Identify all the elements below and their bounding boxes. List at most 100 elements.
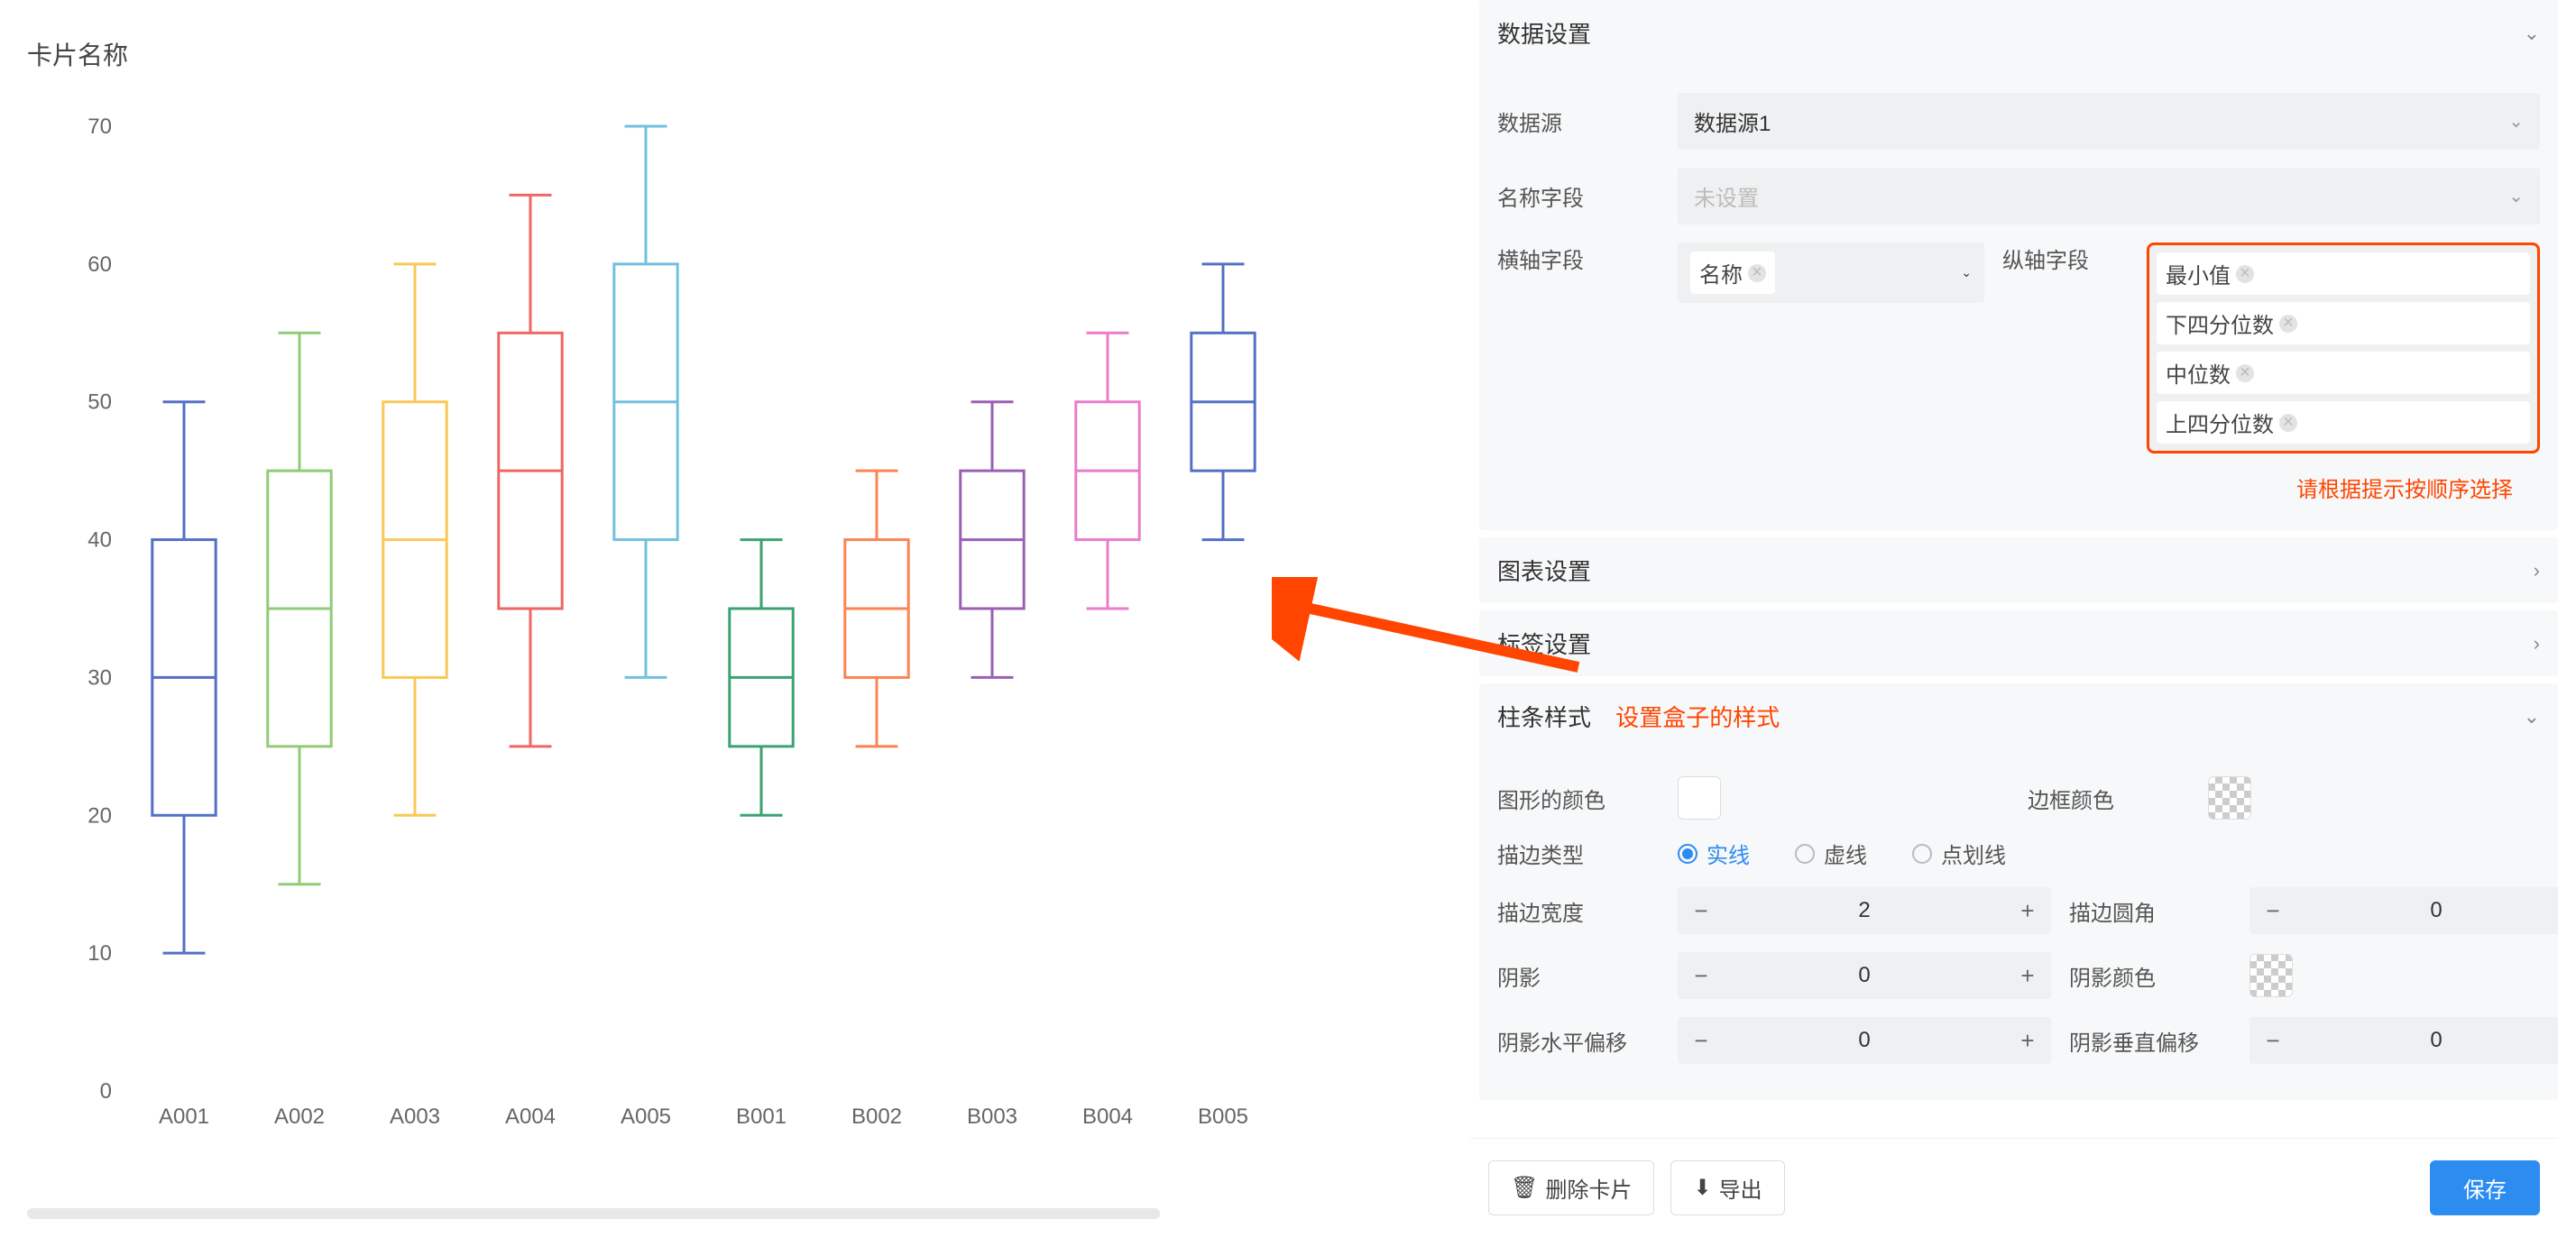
namefield-label: 名称字段 bbox=[1497, 180, 1660, 212]
decrement-button[interactable]: − bbox=[2249, 887, 2296, 934]
decrement-button[interactable]: − bbox=[2249, 1017, 2296, 1064]
panel-chart-settings: 图表设置 › bbox=[1479, 537, 2558, 603]
increment-button[interactable]: + bbox=[2004, 952, 2051, 999]
increment-button[interactable]: + bbox=[2004, 887, 2051, 934]
chevron-down-icon: ⌄ bbox=[2508, 110, 2524, 133]
svg-text:A002: A002 bbox=[274, 1104, 325, 1129]
xaxis-tag: 名称 × bbox=[1690, 252, 1775, 294]
stroke-type-radio-group: 实线 虚线 点划线 bbox=[1678, 838, 2006, 869]
panel-chart-settings-header[interactable]: 图表设置 › bbox=[1479, 537, 2558, 603]
export-button[interactable]: ⬇ 导出 bbox=[1670, 1160, 1784, 1215]
stroke-type-label: 描边类型 bbox=[1497, 838, 1660, 869]
save-button[interactable]: 保存 bbox=[2430, 1160, 2540, 1215]
stroke-radius-input[interactable] bbox=[2296, 898, 2558, 923]
stroke-width-stepper[interactable]: − + bbox=[1678, 887, 2051, 934]
svg-text:B002: B002 bbox=[851, 1104, 902, 1129]
panel-data-title: 数据设置 bbox=[1497, 16, 1591, 50]
trash-icon: 🗑 bbox=[1511, 1175, 1538, 1201]
fill-color-swatch[interactable] bbox=[1678, 776, 1721, 820]
svg-text:40: 40 bbox=[87, 528, 112, 553]
decrement-button[interactable]: − bbox=[1678, 952, 1725, 999]
svg-text:A001: A001 bbox=[159, 1104, 209, 1129]
shadow-offy-input[interactable] bbox=[2296, 1028, 2558, 1053]
yaxis-tag: 中位数× bbox=[2157, 352, 2530, 394]
shadow-label: 阴影 bbox=[1497, 960, 1660, 992]
xaxis-label: 横轴字段 bbox=[1497, 243, 1660, 274]
fill-color-label: 图形的颜色 bbox=[1497, 783, 1660, 814]
panel-data-settings-header[interactable]: 数据设置 ⌄ bbox=[1479, 0, 2558, 66]
shadow-input[interactable] bbox=[1725, 963, 2004, 988]
increment-button[interactable]: + bbox=[2004, 1017, 2051, 1064]
panel-label-title: 标签设置 bbox=[1497, 627, 1591, 660]
svg-text:10: 10 bbox=[87, 941, 112, 966]
chevron-right-icon: › bbox=[2534, 632, 2540, 655]
yaxis-tag: 下四分位数× bbox=[2157, 302, 2530, 344]
panel-label-settings: 标签设置 › bbox=[1479, 610, 2558, 676]
svg-text:A003: A003 bbox=[390, 1104, 440, 1129]
panel-bar-note: 设置盒子的样式 bbox=[1615, 704, 1780, 731]
close-icon[interactable]: × bbox=[2279, 315, 2297, 333]
svg-text:60: 60 bbox=[87, 252, 112, 277]
stroke-type-radio[interactable]: 点划线 bbox=[1912, 838, 2006, 869]
stroke-type-radio[interactable]: 实线 bbox=[1678, 838, 1750, 869]
stroke-type-radio[interactable]: 虚线 bbox=[1795, 838, 1867, 869]
order-hint: 请根据提示按顺序选择 bbox=[1497, 472, 2513, 503]
settings-sidebar: 数据设置 ⌄ 数据源 数据源1 ⌄ 名称字段 未设置 ⌄ bbox=[1470, 0, 2576, 1237]
close-icon[interactable]: × bbox=[1748, 264, 1766, 282]
svg-text:50: 50 bbox=[87, 390, 112, 415]
chevron-right-icon: › bbox=[2534, 559, 2540, 582]
shadow-offx-stepper[interactable]: − + bbox=[1678, 1017, 2051, 1064]
close-icon[interactable]: × bbox=[2279, 414, 2297, 432]
namefield-select[interactable]: 未设置 ⌄ bbox=[1678, 168, 2540, 224]
close-icon[interactable]: × bbox=[2236, 364, 2254, 382]
xaxis-field-select[interactable]: 名称 × ⌄ bbox=[1678, 243, 1984, 303]
panel-bar-style: 柱条样式 设置盒子的样式 ⌄ 图形的颜色 边框颜色 描边 bbox=[1479, 683, 2558, 1100]
panel-label-settings-header[interactable]: 标签设置 › bbox=[1479, 610, 2558, 676]
border-color-swatch[interactable] bbox=[2208, 776, 2251, 820]
shadow-color-swatch[interactable] bbox=[2249, 954, 2293, 997]
radio-dot-icon bbox=[1912, 844, 1932, 864]
shadow-stepper[interactable]: − + bbox=[1678, 952, 2051, 999]
shadow-offx-label: 阴影水平偏移 bbox=[1497, 1025, 1660, 1057]
shadow-offy-stepper[interactable]: − + bbox=[2249, 1017, 2558, 1064]
close-icon[interactable]: × bbox=[2236, 265, 2254, 283]
panel-chart-title: 图表设置 bbox=[1497, 554, 1591, 587]
stroke-width-label: 描边宽度 bbox=[1497, 895, 1660, 927]
svg-text:B005: B005 bbox=[1198, 1104, 1248, 1129]
stroke-width-input[interactable] bbox=[1725, 898, 2004, 923]
shadow-offx-input[interactable] bbox=[1725, 1028, 2004, 1053]
border-color-label: 边框颜色 bbox=[2028, 783, 2190, 814]
svg-text:0: 0 bbox=[100, 1079, 112, 1104]
yaxis-field-select[interactable]: 最小值× 下四分位数× 中位数× 上四分位数× bbox=[2147, 243, 2540, 454]
decrement-button[interactable]: − bbox=[1678, 1017, 1725, 1064]
datasource-select[interactable]: 数据源1 ⌄ bbox=[1678, 93, 2540, 150]
chevron-down-icon: ⌄ bbox=[2524, 705, 2540, 728]
datasource-label: 数据源 bbox=[1497, 105, 1660, 137]
yaxis-tag: 上四分位数× bbox=[2157, 401, 2530, 444]
footer-actions: 🗑 删除卡片 ⬇ 导出 保存 bbox=[1470, 1138, 2558, 1237]
yaxis-tag: 最小值× bbox=[2157, 252, 2530, 295]
download-icon: ⬇ bbox=[1693, 1175, 1711, 1201]
radio-dot-icon bbox=[1678, 844, 1697, 864]
chevron-down-icon: ⌄ bbox=[1961, 265, 1972, 280]
delete-card-button[interactable]: 🗑 删除卡片 bbox=[1488, 1160, 1654, 1215]
svg-text:A005: A005 bbox=[621, 1104, 671, 1129]
svg-text:20: 20 bbox=[87, 803, 112, 828]
chevron-down-icon: ⌄ bbox=[2524, 22, 2540, 45]
chart-preview-pane: 卡片名称 010203040506070A001A002A003A004A005… bbox=[0, 0, 1470, 1237]
svg-text:B004: B004 bbox=[1082, 1104, 1133, 1129]
horizontal-scrollbar[interactable] bbox=[27, 1208, 1160, 1219]
panel-data-settings: 数据设置 ⌄ 数据源 数据源1 ⌄ 名称字段 未设置 ⌄ bbox=[1479, 0, 2558, 530]
panel-bar-title: 柱条样式 bbox=[1497, 704, 1591, 731]
radio-dot-icon bbox=[1795, 844, 1815, 864]
stroke-radius-stepper[interactable]: − + bbox=[2249, 887, 2558, 934]
svg-text:B001: B001 bbox=[736, 1104, 787, 1129]
svg-text:30: 30 bbox=[87, 665, 112, 690]
chevron-down-icon: ⌄ bbox=[2508, 185, 2524, 207]
chart-canvas: 010203040506070A001A002A003A004A005B001B… bbox=[27, 99, 1443, 1190]
panel-bar-style-header[interactable]: 柱条样式 设置盒子的样式 ⌄ bbox=[1479, 683, 2558, 749]
svg-text:A004: A004 bbox=[505, 1104, 556, 1129]
svg-text:B003: B003 bbox=[967, 1104, 1017, 1129]
stroke-radius-label: 描边圆角 bbox=[2069, 895, 2231, 927]
decrement-button[interactable]: − bbox=[1678, 887, 1725, 934]
